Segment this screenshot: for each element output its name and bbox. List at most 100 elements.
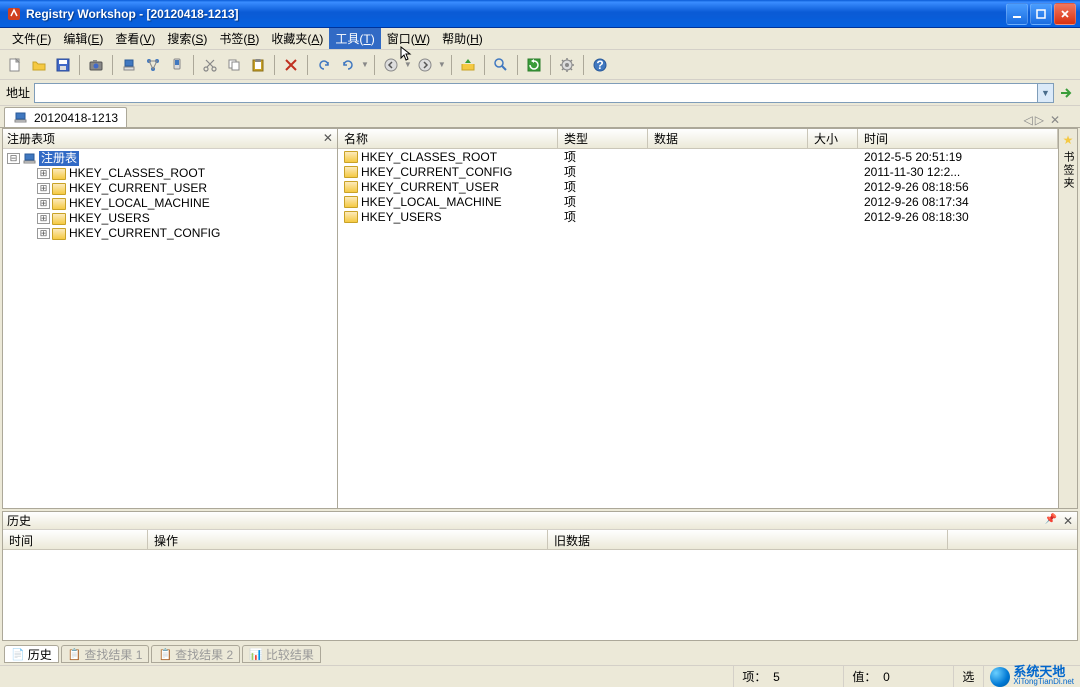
tree-title: 注册表项 [7, 130, 55, 147]
delete-icon[interactable] [280, 54, 302, 76]
history-title: 历史 [7, 512, 31, 529]
separator [583, 55, 584, 75]
list-row[interactable]: HKEY_CURRENT_USER项2012-9-26 08:18:56 [338, 179, 1058, 194]
column-header[interactable]: 时间 [858, 129, 1058, 148]
list-body[interactable]: HKEY_CLASSES_ROOT项2012-5-5 20:51:19HKEY_… [338, 149, 1058, 508]
find-icon[interactable] [490, 54, 512, 76]
separator [374, 55, 375, 75]
menu-v[interactable]: 查看(V) [109, 28, 161, 49]
bottom-tab[interactable]: 📄历史 [4, 645, 59, 663]
bottom-tab[interactable]: 📋查找结果 1 [61, 645, 150, 663]
column-header[interactable]: 数据 [648, 129, 808, 148]
tree-node[interactable]: HKEY_USERS [37, 211, 333, 226]
list-row[interactable]: HKEY_USERS项2012-9-26 08:18:30 [338, 209, 1058, 224]
settings-icon[interactable] [556, 54, 578, 76]
computer-icon [13, 112, 27, 124]
tab-close-icon[interactable]: ✕ [1050, 113, 1060, 127]
separator [484, 55, 485, 75]
folder-icon [52, 168, 66, 180]
camera-icon[interactable] [85, 54, 107, 76]
copy-icon[interactable] [223, 54, 245, 76]
bottom-tabstrip: 📄历史📋查找结果 1📋查找结果 2📊比较结果 [0, 643, 1080, 665]
column-header[interactable]: 类型 [558, 129, 648, 148]
separator [451, 55, 452, 75]
menu-f[interactable]: 文件(F) [6, 28, 57, 49]
window-titlebar: Registry Workshop - [20120418-1213] [0, 0, 1080, 28]
menu-h[interactable]: 帮助(H) [436, 28, 489, 49]
up-icon[interactable] [457, 54, 479, 76]
tree-close-icon[interactable]: ✕ [323, 131, 333, 146]
column-header[interactable]: 大小 [808, 129, 858, 148]
back-icon[interactable] [380, 54, 402, 76]
history-close-icon[interactable]: ✕ [1063, 514, 1073, 528]
history-header: 历史 📌 ✕ [3, 512, 1077, 530]
history-column-header[interactable]: 时间 [3, 530, 148, 549]
address-dropdown-icon[interactable]: ▼ [1037, 84, 1053, 102]
tree-node[interactable]: HKEY_CURRENT_CONFIG [37, 226, 333, 241]
tree-node[interactable]: HKEY_CLASSES_ROOT [37, 166, 333, 181]
address-input[interactable] [35, 86, 1037, 100]
status-bar: 项： 5 值： 0 选 系统天地 XiTongTianDi.net [0, 665, 1080, 687]
save-icon[interactable] [52, 54, 74, 76]
status-items: 项： 5 [734, 666, 844, 687]
close-button[interactable] [1054, 3, 1076, 25]
help-icon[interactable]: ? [589, 54, 611, 76]
list-pane: 名称类型数据大小时间 HKEY_CLASSES_ROOT项2012-5-5 20… [338, 129, 1058, 508]
tab-next-icon[interactable]: ▷ [1035, 113, 1044, 127]
address-bar: 地址 ▼ [0, 80, 1080, 106]
pin-icon[interactable]: 📌 [1044, 514, 1056, 528]
column-header[interactable]: 名称 [338, 129, 558, 148]
tree-node[interactable]: HKEY_LOCAL_MACHINE [37, 196, 333, 211]
minimize-button[interactable] [1006, 3, 1028, 25]
maximize-button[interactable] [1030, 3, 1052, 25]
redo-icon[interactable] [337, 54, 359, 76]
go-icon[interactable] [1058, 85, 1074, 101]
tab-icon: 📋 [68, 648, 82, 661]
history-body[interactable] [3, 550, 1077, 640]
folder-icon [52, 228, 66, 240]
refresh-icon[interactable] [523, 54, 545, 76]
status-values: 值： 0 [844, 666, 954, 687]
new-icon[interactable] [4, 54, 26, 76]
bookmark-label: 书签夹 [1060, 151, 1076, 190]
separator [274, 55, 275, 75]
brand-en: XiTongTianDi.net [1013, 677, 1074, 687]
bookmark-collapsed-pane[interactable]: ★ 书签夹 [1058, 129, 1077, 508]
list-row[interactable]: HKEY_LOCAL_MACHINE项2012-9-26 08:17:34 [338, 194, 1058, 209]
menu-t[interactable]: 工具(T) [329, 28, 380, 49]
menu-s[interactable]: 搜索(S) [161, 28, 213, 49]
menu-b[interactable]: 书签(B) [213, 28, 265, 49]
bottom-tab[interactable]: 📋查找结果 2 [151, 645, 240, 663]
address-combo[interactable]: ▼ [34, 83, 1054, 103]
registry-tree[interactable]: 注册表 HKEY_CLASSES_ROOTHKEY_CURRENT_USERHK… [3, 149, 337, 508]
network-icon[interactable] [142, 54, 164, 76]
menu-e[interactable]: 编辑(E) [57, 28, 109, 49]
main-area: 注册表项 ✕ 注册表 HKEY_CLASSES_ROOTHKEY_CURRENT… [2, 128, 1078, 509]
bottom-tab-label: 历史 [28, 646, 52, 663]
forward-icon[interactable] [414, 54, 436, 76]
tab-prev-icon[interactable]: ◁ [1023, 113, 1032, 127]
local-icon[interactable] [118, 54, 140, 76]
separator [517, 55, 518, 75]
paste-icon[interactable] [247, 54, 269, 76]
menu-a[interactable]: 收藏夹(A) [265, 28, 329, 49]
cut-icon[interactable] [199, 54, 221, 76]
tree-node[interactable]: HKEY_CURRENT_USER [37, 181, 333, 196]
list-header: 名称类型数据大小时间 [338, 129, 1058, 149]
list-row[interactable]: HKEY_CLASSES_ROOT项2012-5-5 20:51:19 [338, 149, 1058, 164]
list-row[interactable]: HKEY_CURRENT_CONFIG项2011-11-30 12:2... [338, 164, 1058, 179]
remote-icon[interactable] [166, 54, 188, 76]
tree-pane: 注册表项 ✕ 注册表 HKEY_CLASSES_ROOTHKEY_CURRENT… [3, 129, 338, 508]
tree-root[interactable]: 注册表 [7, 151, 333, 166]
tree-node-label: HKEY_USERS [69, 211, 150, 226]
open-icon[interactable] [28, 54, 50, 76]
bottom-tab-label: 查找结果 1 [84, 646, 142, 663]
undo-icon[interactable] [313, 54, 335, 76]
separator [112, 55, 113, 75]
toolbar: ▼ ▼ ▼ ? [0, 50, 1080, 80]
document-tab[interactable]: 20120418-1213 [4, 107, 127, 127]
bottom-tab[interactable]: 📊比较结果 [242, 645, 321, 663]
history-column-header[interactable]: 操作 [148, 530, 548, 549]
history-column-header[interactable]: 旧数据 [548, 530, 948, 549]
menu-w[interactable]: 窗口(W) [381, 28, 436, 49]
